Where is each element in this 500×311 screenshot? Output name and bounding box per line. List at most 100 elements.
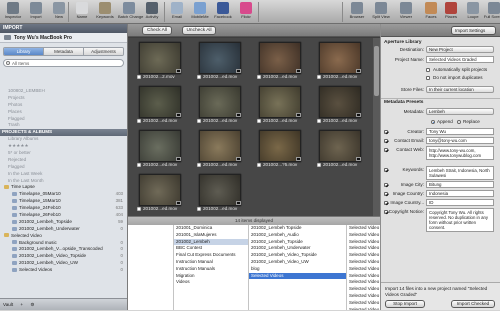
toolbar-name-button[interactable]: Name: [71, 1, 93, 23]
browser-item[interactable]: Selected Video: [347, 259, 380, 266]
auto-split-checkbox[interactable]: [426, 68, 430, 72]
destination-select[interactable]: New Project: [426, 46, 494, 53]
toolbar-viewer-button[interactable]: Viewer: [395, 1, 417, 23]
browser-item[interactable]: [128, 252, 173, 259]
browser-item[interactable]: Selected Video: [347, 239, 380, 246]
tree-item[interactable]: ★★★★★: [0, 143, 127, 150]
browser-item[interactable]: Selected Video: [347, 273, 380, 280]
import-checkbox[interactable]: [257, 119, 261, 123]
field-enable-checkbox[interactable]: [384, 210, 388, 214]
browser-item[interactable]: Selected Video: [347, 279, 380, 286]
video-thumbnail[interactable]: 201002...ed.mov: [196, 40, 244, 85]
import-checkbox[interactable]: [257, 163, 261, 167]
tree-item[interactable]: 5* or better: [0, 150, 127, 157]
import-checkbox[interactable]: [137, 119, 141, 123]
add-icon[interactable]: +: [20, 299, 23, 311]
tree-item[interactable]: 100802_LEMBEH: [0, 88, 127, 95]
browser-item[interactable]: Migration: [174, 273, 248, 280]
video-thumbnail[interactable]: 201002...ed.mov: [196, 128, 244, 173]
field-enable-checkbox[interactable]: [384, 192, 388, 196]
toolbar-import-button[interactable]: Import: [25, 1, 47, 23]
toolbar-email-button[interactable]: Email: [166, 1, 188, 23]
tree-item[interactable]: 201002_Lembeh_Video_UW 0: [0, 260, 127, 267]
toolbar-places-button[interactable]: Places: [440, 1, 462, 23]
video-thumbnail[interactable]: 201002...ed.mov: [196, 172, 244, 217]
toolbar-activity-button[interactable]: Activity: [141, 1, 163, 23]
import-checkbox[interactable]: [317, 119, 321, 123]
stop-import-button[interactable]: Stop Import: [385, 300, 425, 308]
import-checkbox[interactable]: [137, 75, 141, 79]
field-input[interactable]: Bitung: [426, 181, 494, 188]
browser-item[interactable]: Instruction Manual: [174, 259, 248, 266]
uncheck-all-button[interactable]: Uncheck All: [182, 26, 216, 35]
browser-item[interactable]: Final Cut Express Documents: [174, 252, 248, 259]
video-thumbnail[interactable]: 201002...ed.mov: [136, 128, 184, 173]
browser-item[interactable]: 201002_Lembeh_Underwater: [249, 245, 346, 252]
browser-item[interactable]: 201002_Lembeh_Audio: [249, 232, 346, 239]
no-duplicates-checkbox[interactable]: [426, 76, 430, 80]
append-radio[interactable]: [431, 120, 435, 124]
import-checkbox[interactable]: [197, 163, 201, 167]
toolbar-mobileme-button[interactable]: MobileMe: [189, 1, 211, 23]
toolbar-full-screen-button[interactable]: Full Screen: [483, 1, 500, 23]
video-thumbnail[interactable]: 201002...ed.mov: [256, 84, 304, 129]
tree-item[interactable]: In the Last Week: [0, 171, 127, 178]
field-enable-checkbox[interactable]: [384, 139, 388, 143]
browser-item[interactable]: [128, 300, 173, 307]
browser-item[interactable]: [128, 245, 173, 252]
tree-item[interactable]: Timelapse_24Feb10 633: [0, 205, 127, 212]
toolbar-flickr-button[interactable]: Flickr: [235, 1, 257, 23]
tree-item[interactable]: 201002_Lembeh_Underwater 0: [0, 226, 127, 233]
toolbar-keywords-button[interactable]: Keywords: [94, 1, 116, 23]
tree-item[interactable]: Places: [0, 109, 127, 116]
field-input[interactable]: tony@tony-wu.com: [426, 137, 494, 144]
browser-item[interactable]: 201002_Lembeh_Video_Topside: [249, 252, 346, 259]
field-enable-checkbox[interactable]: [384, 201, 388, 205]
browser-item[interactable]: Selected Video: [347, 293, 380, 300]
toolbar-facebook-button[interactable]: Facebook: [212, 1, 234, 23]
import-device[interactable]: Tony Wu's MacBook Pro: [0, 33, 127, 43]
toolbar-batch-change-button[interactable]: Batch Change: [118, 1, 143, 23]
grid-scrollbar[interactable]: [373, 38, 380, 216]
tree-item[interactable]: Photos: [0, 102, 127, 109]
browser-item[interactable]: [128, 266, 173, 273]
browser-item[interactable]: Instruction Manuals: [174, 266, 248, 273]
browser-item[interactable]: [128, 225, 173, 232]
tree-item[interactable]: Time Lapse: [0, 184, 127, 191]
tree-item[interactable]: Selected Videos 0: [0, 267, 127, 274]
video-thumbnail[interactable]: 201002...ed.mov: [136, 172, 184, 217]
field-input[interactable]: Tony Wu: [426, 128, 494, 135]
library-search-field[interactable]: All Items: [3, 59, 124, 67]
field-input[interactable]: ID: [426, 199, 494, 206]
video-thumbnail[interactable]: 201002...ed.mov: [316, 40, 364, 85]
browser-item[interactable]: 201002_Lembeh Topside: [249, 225, 346, 232]
browser-item[interactable]: [128, 259, 173, 266]
import-checkbox[interactable]: [197, 207, 201, 211]
browser-item[interactable]: 201002_Lembeh_Topside: [249, 239, 346, 246]
tree-item[interactable]: Timelapse_15Mar10 381: [0, 198, 127, 205]
tree-item[interactable]: Background music 0: [0, 240, 127, 247]
tab-library[interactable]: Library: [4, 48, 44, 55]
video-thumbnail[interactable]: 201002...ed.mov: [316, 84, 364, 129]
tree-item[interactable]: Projects: [0, 95, 127, 102]
tree-item[interactable]: Rejected: [0, 157, 127, 164]
toolbar-new-button[interactable]: New: [48, 1, 70, 23]
store-files-select[interactable]: In their current location: [426, 86, 494, 93]
import-checkbox[interactable]: [197, 119, 201, 123]
video-thumbnail[interactable]: 201002...2.mov: [136, 40, 184, 85]
import-checkbox[interactable]: [317, 75, 321, 79]
check-all-button[interactable]: Check All: [142, 26, 172, 35]
video-thumbnail[interactable]: 201002...ed.mov: [316, 128, 364, 173]
project-name-input[interactable]: Selected Videos Graded: [426, 56, 494, 63]
gear-icon[interactable]: ⚙: [30, 299, 34, 311]
field-textarea[interactable]: Lembeh Strait, Indonesia, North Sulawesi: [426, 166, 494, 180]
browser-item[interactable]: Selected Video: [347, 225, 380, 232]
toolbar-loupe-button[interactable]: Loupe: [462, 1, 484, 23]
browser-item[interactable]: [128, 279, 173, 286]
tab-adjustments[interactable]: Adjustments: [84, 48, 123, 55]
browser-item[interactable]: BBC Contest: [174, 245, 248, 252]
field-enable-checkbox[interactable]: [384, 183, 388, 187]
tree-item[interactable]: Selected Video: [0, 233, 127, 240]
import-checkbox[interactable]: [197, 75, 201, 79]
metadata-select[interactable]: Lembeh: [426, 108, 494, 115]
